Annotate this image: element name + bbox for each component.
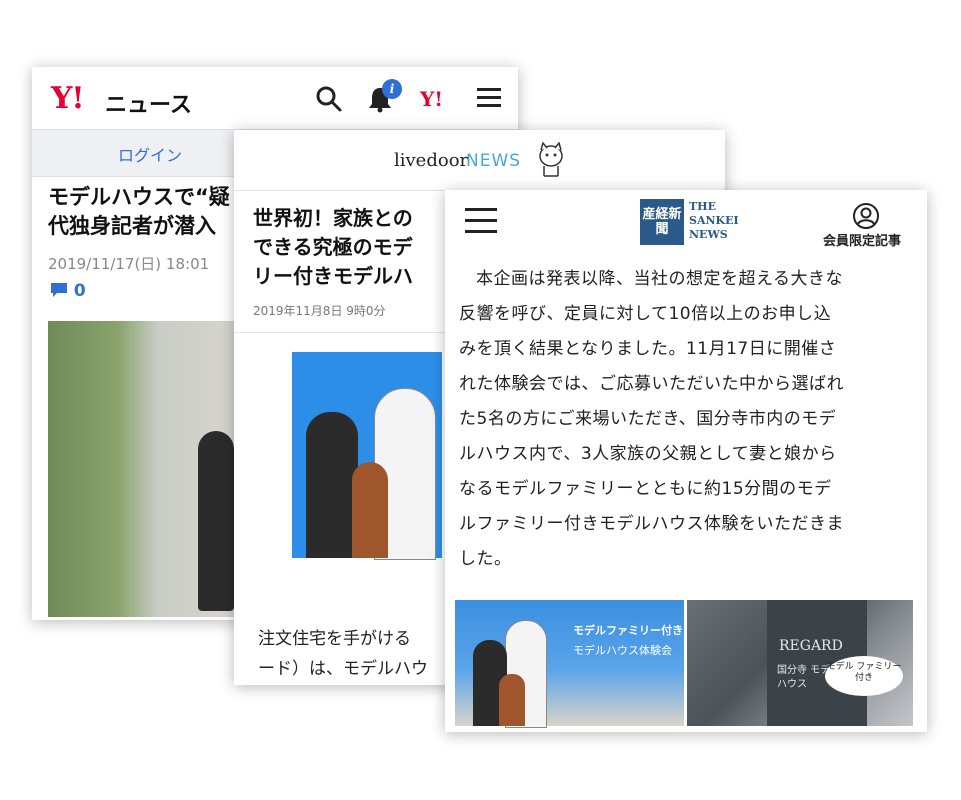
hamburger-menu-icon[interactable] (476, 85, 502, 115)
body-line: れた体験会では、ご応募いただいた中から選ばれ (459, 374, 844, 394)
sankei-news-card: 産経新聞 THE SANKEI NEWS 会員限定記事 本企画は発表以降、当社の… (445, 190, 927, 732)
body-line: なるモデルファミリーとともに約15分間のモデ (459, 479, 832, 499)
yahoo-news-wordmark[interactable]: ニュース (105, 87, 192, 119)
article-body: 本企画は発表以降、当社の想定を超える大きな 反響を呼び、定員に対して10倍以上の… (459, 262, 919, 577)
wordmark-line: THE (689, 200, 716, 213)
article-date: 2019年11月8日 9時0分 (253, 304, 386, 318)
search-icon[interactable] (315, 85, 343, 117)
body-line: みを頂く結果となりました。11月17日に開催さ (459, 339, 837, 359)
notification-badge: i (382, 79, 402, 99)
sankei-header: 産経新聞 THE SANKEI NEWS 会員限定記事 (445, 190, 927, 250)
body-line: 反響を呼び、定員に対して10倍以上のお申し込 (459, 304, 832, 324)
body-line: ルファミリー付きモデルハウス体験をいただきま (459, 514, 844, 534)
mother-figure (306, 412, 358, 558)
yahoo-logo[interactable]: Y! (51, 81, 85, 116)
article-date: 2019/11/17(日) 18:01 (48, 255, 210, 273)
article-photo (292, 352, 442, 560)
comment-count-value: 0 (73, 281, 86, 301)
sign-brand: REGARD (779, 638, 843, 654)
child-figure (499, 674, 525, 726)
wordmark-line: SANKEI (689, 214, 739, 227)
yahoo-header: Y! ニュース i Y! (32, 67, 518, 129)
child-figure (352, 462, 388, 558)
wordmark-line: NEWS (689, 228, 728, 241)
event-image: モデルファミリー付き モデルハウス体験会 (455, 600, 684, 728)
livedoor-news-wordmark[interactable]: NEWS (466, 151, 521, 171)
body-line: した。 (459, 549, 512, 569)
seal-text: 産経新聞 (642, 207, 682, 237)
comment-count[interactable]: 0 (50, 281, 86, 301)
member-only-label[interactable]: 会員限定記事 (823, 230, 901, 249)
body-line: た5名の方にご来場いただき、国分寺市内のモデ (459, 409, 837, 429)
comment-icon (51, 283, 67, 297)
image-caption-subtitle: モデルハウス体験会 (573, 644, 672, 657)
dog-mascot-icon (536, 141, 566, 182)
person-figure (198, 431, 234, 611)
article-photo (48, 321, 248, 617)
livedoor-header: livedoor NEWS (234, 130, 725, 191)
speech-bubble: モデル ファミリー 付き (825, 656, 903, 696)
sankei-wordmark[interactable]: THE SANKEI NEWS (689, 200, 749, 242)
image-caption-title: モデルファミリー付き (573, 624, 683, 637)
hamburger-menu-icon[interactable] (465, 208, 497, 241)
livedoor-logo[interactable]: livedoor (394, 150, 468, 171)
login-link[interactable]: ログイン (118, 142, 182, 166)
sankei-seal-logo[interactable]: 産経新聞 (640, 199, 684, 245)
body-line: 本企画は発表以降、当社の想定を超える大きな (476, 269, 843, 289)
body-line: ルハウス内で、3人家族の父親として妻と娘から (459, 444, 837, 464)
model-house-sign-image: REGARD 国分寺 モデルハウス モデル ファミリー 付き (687, 600, 913, 726)
yahoo-logo-icon[interactable]: Y! (420, 87, 443, 111)
